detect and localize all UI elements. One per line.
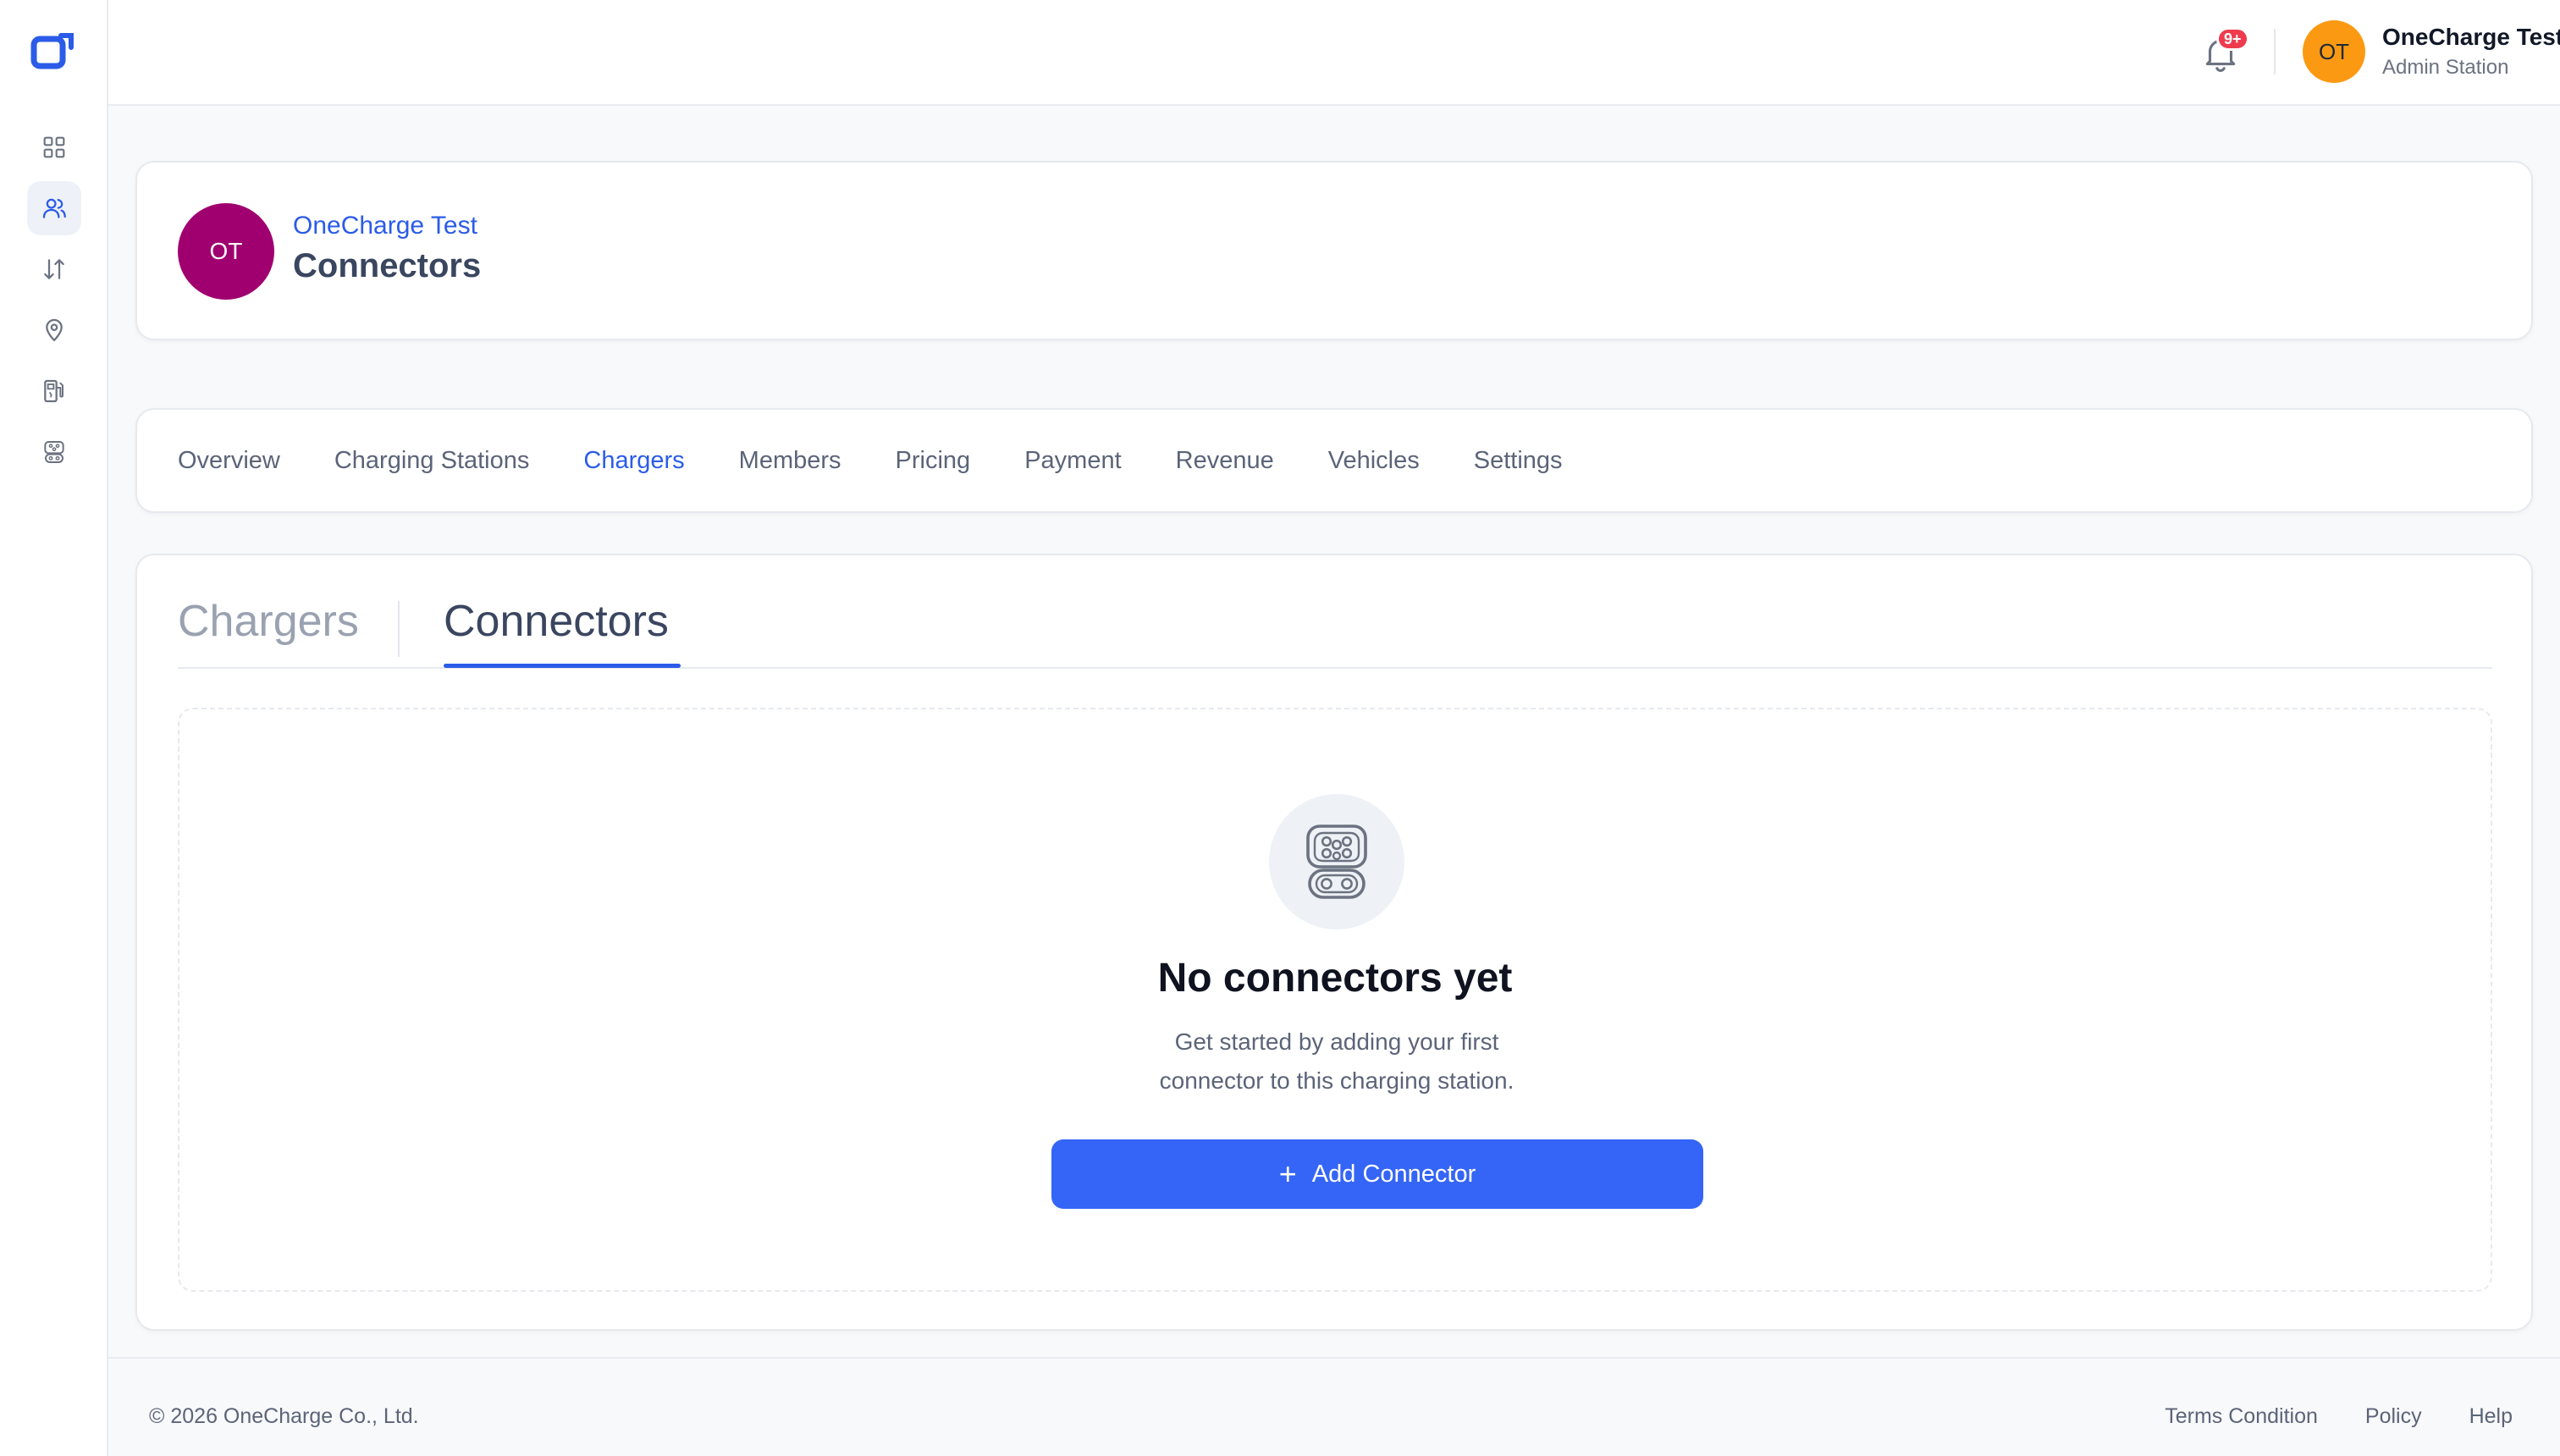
connector-plug-icon [1306, 825, 1367, 899]
sub-tab-connectors[interactable]: Connectors [444, 596, 669, 647]
tab-charging-stations[interactable]: Charging Stations [334, 447, 530, 475]
tab-members[interactable]: Members [739, 447, 841, 475]
transactions-arrows-icon [44, 259, 64, 279]
plus-icon: + [1278, 1156, 1297, 1191]
ev-station-icon [44, 379, 63, 403]
tab-payment[interactable]: Payment [1024, 447, 1121, 475]
user-role: Admin Station [2382, 56, 2509, 79]
sidebar-item-stations[interactable] [27, 364, 81, 418]
user-name[interactable]: OneCharge Test [2382, 24, 2560, 51]
tab-settings[interactable]: Settings [1474, 447, 1563, 475]
notification-count-badge: 9+ [2216, 27, 2249, 51]
station-header-card: OT OneCharge Test Connectors [135, 161, 2533, 340]
footer-links: Terms Condition Policy Help [2165, 1404, 2560, 1429]
active-tab-indicator [444, 664, 681, 668]
add-connector-button[interactable]: + Add Connector [1051, 1139, 1703, 1209]
footer: © 2026 OneCharge Co., Ltd. Terms Conditi… [108, 1357, 2560, 1456]
sidebar [0, 0, 108, 1456]
sidebar-item-connectors[interactable] [27, 425, 81, 479]
footer-link-help[interactable]: Help [2469, 1404, 2513, 1429]
page-title: Connectors [293, 247, 482, 284]
tab-revenue[interactable]: Revenue [1176, 447, 1274, 475]
sidebar-item-locations[interactable] [27, 303, 81, 357]
user-avatar[interactable]: OT [2303, 20, 2365, 83]
sidebar-item-dashboard[interactable] [27, 120, 81, 174]
add-connector-label: Add Connector [1311, 1160, 1476, 1188]
topbar: 9+ OT OneCharge Test Admin Station [108, 0, 2560, 106]
connectors-content-card: Chargers Connectors No connectors yet Ge… [135, 554, 2533, 1331]
sidebar-item-users[interactable] [27, 181, 81, 235]
onecharge-logo-icon[interactable] [30, 32, 74, 71]
main-tabs: Overview Charging Stations Chargers Memb… [178, 410, 1617, 511]
sidebar-item-transactions[interactable] [27, 242, 81, 296]
tab-chargers[interactable]: Chargers [583, 447, 684, 475]
app-root: 9+ OT OneCharge Test Admin Station OT On… [0, 0, 2560, 1456]
tab-pricing[interactable]: Pricing [896, 447, 971, 475]
empty-state-title: No connectors yet [1157, 956, 1513, 1001]
sub-tab-chargers[interactable]: Chargers [178, 596, 359, 647]
topbar-divider [2274, 29, 2276, 74]
footer-link-policy[interactable]: Policy [2365, 1404, 2422, 1429]
users-icon [42, 198, 66, 218]
empty-state: No connectors yet Get started by adding … [178, 708, 2492, 1292]
dashboard-grid-icon [43, 136, 65, 158]
connector-plug-icon [44, 441, 64, 463]
tab-vehicles[interactable]: Vehicles [1328, 447, 1420, 475]
tab-overview[interactable]: Overview [178, 447, 280, 475]
empty-state-icon-circle [1269, 794, 1404, 929]
location-pin-icon [46, 318, 63, 342]
station-name-link[interactable]: OneCharge Test [293, 212, 477, 240]
main-tabs-card: Overview Charging Stations Chargers Memb… [135, 408, 2533, 513]
empty-state-description: Get started by adding your first connect… [1159, 1029, 1514, 1094]
copyright-text: © 2026 OneCharge Co., Ltd. [149, 1404, 419, 1428]
sub-tab-divider [398, 601, 400, 657]
sub-tabs: Chargers Connectors [178, 555, 2492, 669]
footer-link-terms[interactable]: Terms Condition [2165, 1404, 2318, 1429]
station-avatar: OT [178, 203, 274, 300]
